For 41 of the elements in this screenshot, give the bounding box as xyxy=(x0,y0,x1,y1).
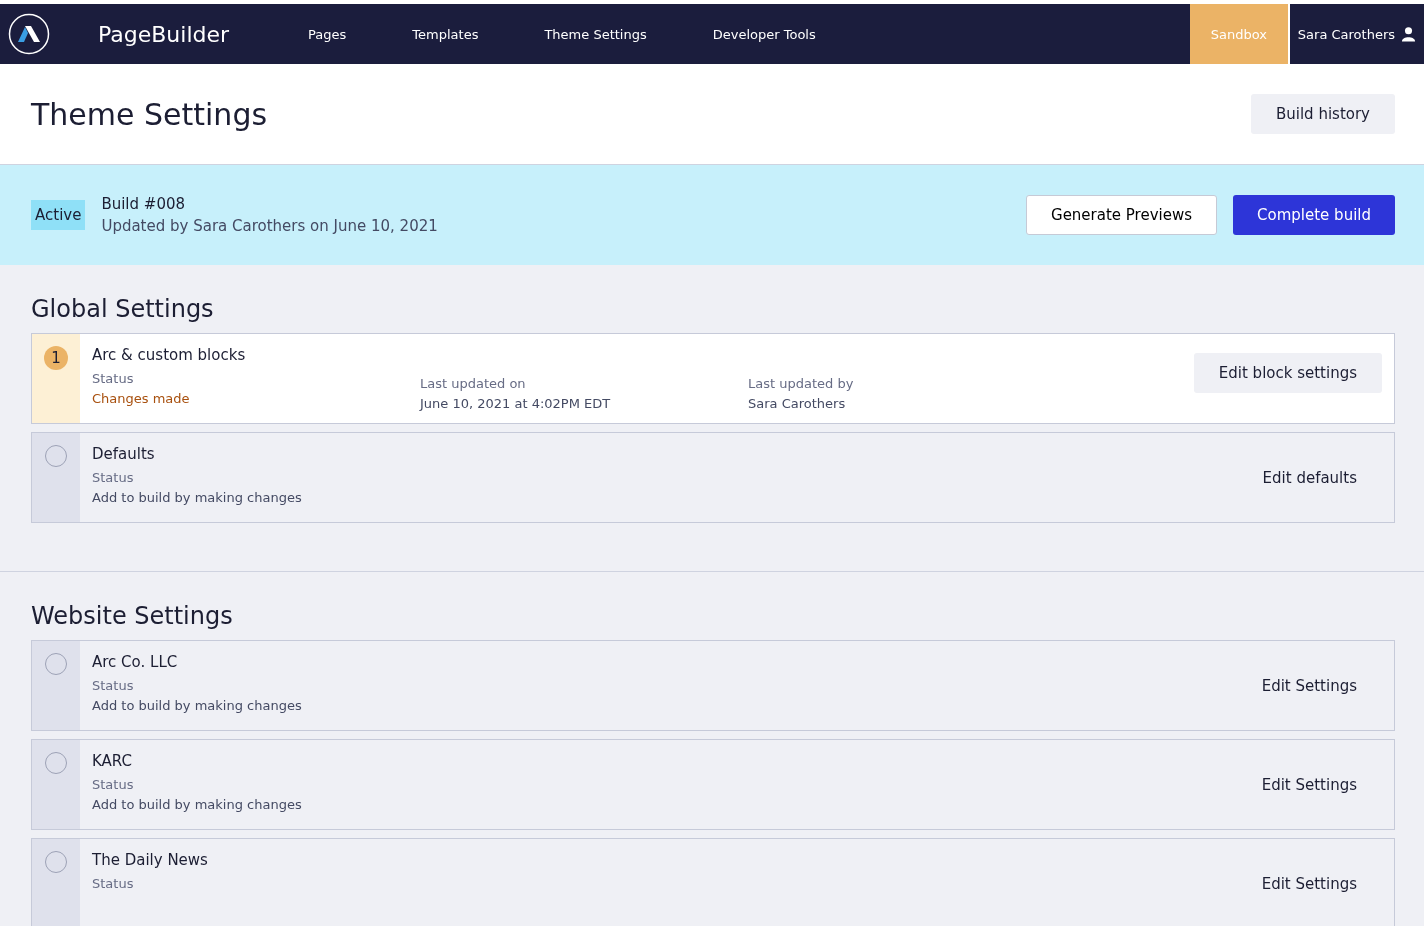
meta-value: June 10, 2021 at 4:02PM EDT xyxy=(420,396,612,411)
edit-button[interactable]: Edit Settings xyxy=(1236,775,1382,794)
section-heading: Website Settings xyxy=(31,602,234,630)
status-label: Status xyxy=(92,470,135,485)
card-title: KARC xyxy=(92,752,133,770)
user-icon xyxy=(1401,26,1416,42)
logo-icon[interactable] xyxy=(8,13,50,55)
complete-build-button[interactable]: Complete build xyxy=(1233,195,1395,235)
generate-button[interactable]: Generate Previews xyxy=(1026,195,1218,235)
status-label: Status xyxy=(92,371,135,386)
edit-button[interactable]: Edit Settings xyxy=(1236,676,1382,695)
nav-link[interactable]: Templates xyxy=(412,26,479,42)
status-badge: Active xyxy=(31,200,86,230)
status-value: Add to build by making changes xyxy=(92,797,303,812)
status-label: Status xyxy=(92,876,135,891)
nav-link[interactable]: Developer Tools xyxy=(712,26,816,42)
section-heading: Global Settings xyxy=(31,295,215,323)
edit-button[interactable]: Edit defaults xyxy=(1237,468,1382,487)
build-title: Build #008 xyxy=(101,195,187,213)
change-count-badge: 1 xyxy=(44,346,68,370)
meta-label: Last updated on xyxy=(420,376,527,391)
edit-button[interactable]: Edit Settings xyxy=(1236,874,1382,893)
build-history-button[interactable]: Build history xyxy=(1251,94,1395,134)
nav-link[interactable]: Theme Settings xyxy=(544,26,647,42)
card-title: Defaults xyxy=(92,445,156,463)
card-title: Arc Co. LLC xyxy=(92,653,179,671)
status-label: Status xyxy=(92,777,135,792)
edit-button[interactable]: Edit block settings xyxy=(1193,352,1382,393)
user-menu-button[interactable]: Sara Carothers xyxy=(1289,4,1424,64)
status-label: Status xyxy=(92,678,135,693)
status-value: Changes made xyxy=(92,391,191,406)
meta-label: Last updated by xyxy=(748,376,855,391)
page-title: Theme Settings xyxy=(31,96,268,132)
status-value: Add to build by making changes xyxy=(92,698,303,713)
status-value: Add to build by making changes xyxy=(92,490,303,505)
build-subtitle: Updated by Sara Carothers on June 10, 2021 xyxy=(101,217,438,235)
card-title: Arc & custom blocks xyxy=(92,346,247,364)
nav-link[interactable]: Pages xyxy=(308,26,347,42)
card-title: The Daily News xyxy=(92,851,209,869)
brand-name: PageBuilder xyxy=(98,21,230,47)
meta-value: Sara Carothers xyxy=(748,396,847,411)
